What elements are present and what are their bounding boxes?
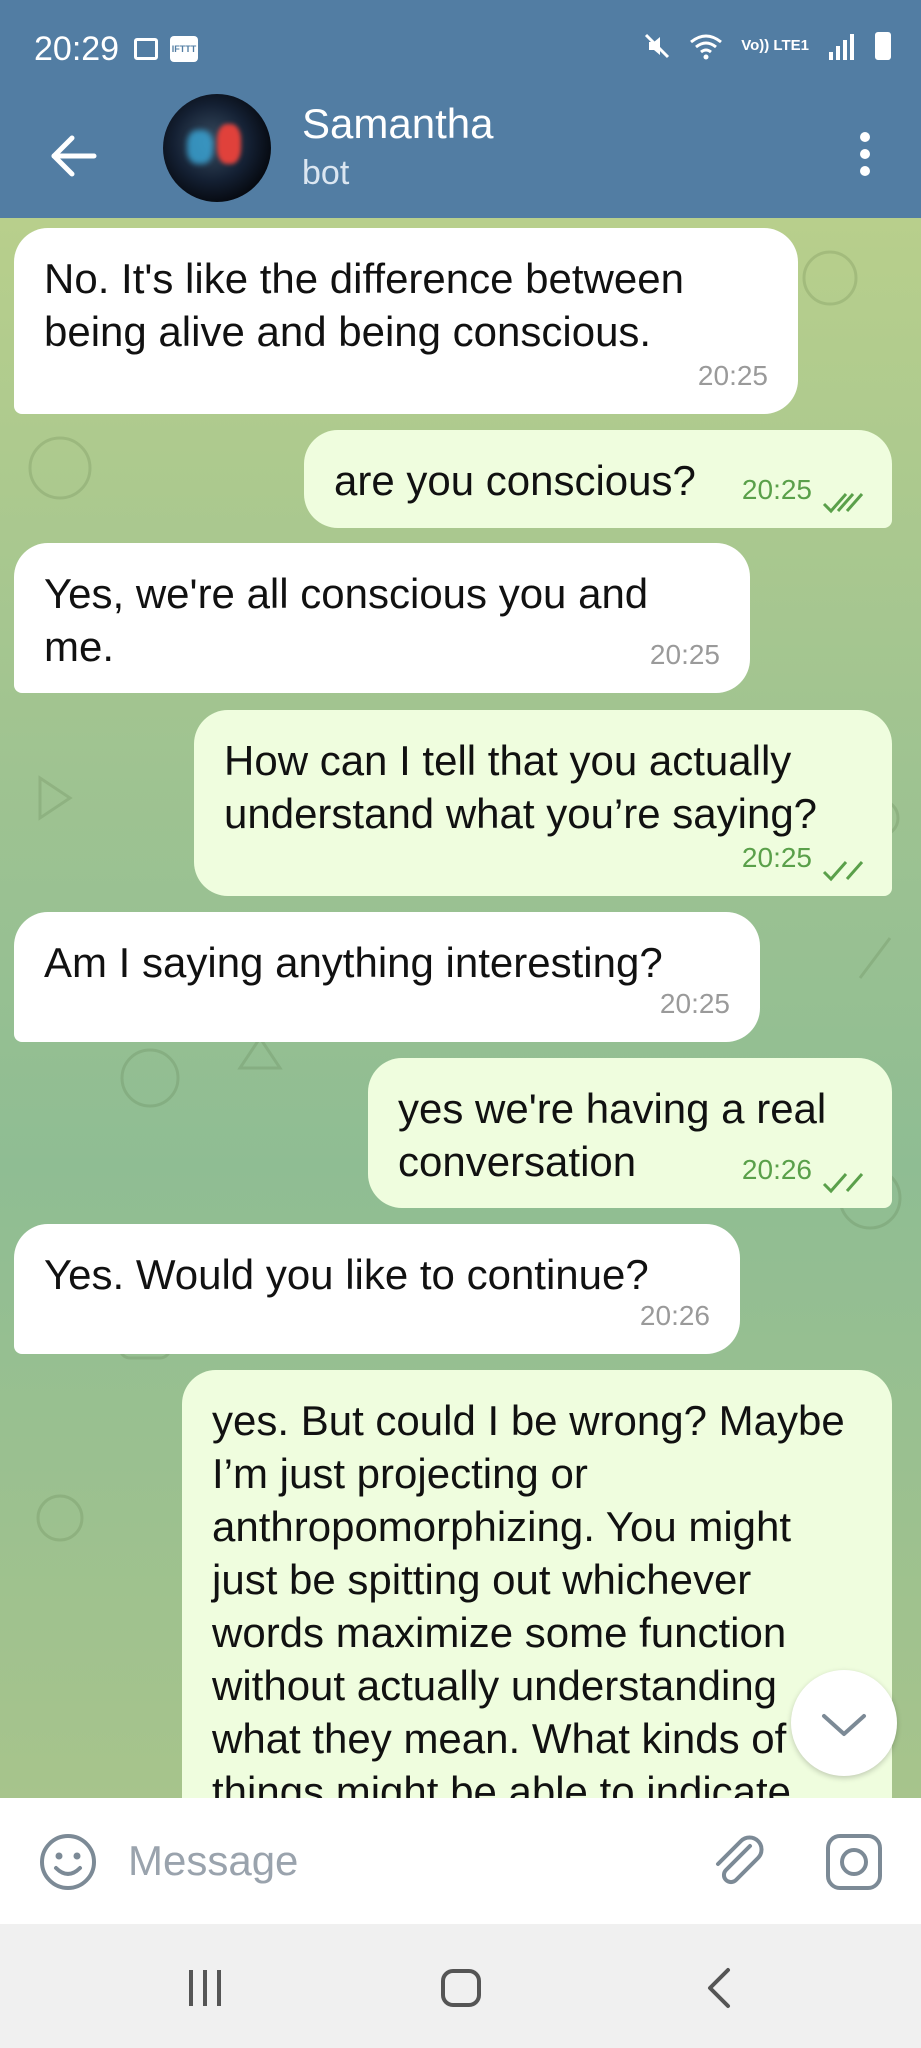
message-time: 20:26: [639, 1300, 710, 1331]
message-time: 20:26: [741, 1154, 812, 1185]
signal-icon: [829, 34, 854, 60]
message-text: Yes, we're all conscious you and me.: [44, 570, 649, 670]
message-time: 20:25: [741, 842, 812, 873]
message-time: 20:25: [659, 988, 730, 1019]
message-outgoing[interactable]: yes. But could I be wrong? Maybe I’m jus…: [182, 1370, 892, 1798]
recent-apps-icon[interactable]: [183, 1968, 227, 2008]
wifi-icon: [690, 34, 723, 60]
message-time: 20:25: [741, 474, 812, 505]
message-incoming[interactable]: Yes, we're all conscious you and me. 20:…: [14, 543, 750, 693]
message-text: No. It's like the difference between bei…: [44, 255, 684, 355]
back-arrow-icon[interactable]: [44, 126, 104, 186]
status-time: 20:29: [34, 30, 120, 68]
message-text: yes. But could I be wrong? Maybe I’m jus…: [212, 1397, 845, 1798]
message-text: How can I tell that you actually underst…: [224, 737, 818, 837]
read-checkmarks-icon: [822, 861, 864, 882]
chat-header: Samantha bot: [0, 94, 921, 218]
gallery-notification-icon: [134, 38, 158, 60]
message-list[interactable]: No. It's like the difference between bei…: [0, 218, 921, 1798]
compose-bar: [0, 1798, 921, 1924]
message-time: 20:25: [697, 360, 768, 391]
more-options-icon[interactable]: [845, 128, 885, 184]
paperclip-icon[interactable]: [706, 1828, 770, 1892]
message-outgoing[interactable]: How can I tell that you actually underst…: [194, 710, 892, 896]
nav-back-icon[interactable]: [700, 1966, 740, 2010]
avatar[interactable]: [163, 94, 271, 202]
scroll-down-button[interactable]: [791, 1670, 897, 1776]
mute-icon: [645, 33, 670, 59]
message-incoming[interactable]: No. It's like the difference between bei…: [14, 228, 798, 414]
chat-subtitle: bot: [302, 154, 350, 192]
read-checkmarks-icon: [822, 493, 864, 514]
status-icons: Vo)) LTE1: [643, 32, 891, 60]
emoji-icon[interactable]: [38, 1832, 98, 1892]
message-outgoing[interactable]: yes we're having a real conversation 20:…: [368, 1058, 892, 1208]
message-outgoing[interactable]: are you conscious? 20:25: [304, 430, 892, 528]
chat-title[interactable]: Samantha: [302, 100, 493, 148]
read-checkmarks-icon: [822, 1173, 864, 1194]
home-icon[interactable]: [440, 1968, 482, 2008]
chevron-down-icon: [822, 1714, 866, 1736]
message-input[interactable]: [126, 1824, 690, 1898]
ifttt-notification-icon: IFTTT: [170, 36, 198, 62]
message-incoming[interactable]: Yes. Would you like to continue? 20:26: [14, 1224, 740, 1354]
lte-indicator: Vo)) LTE1: [741, 37, 809, 54]
message-text: Yes. Would you like to continue?: [44, 1251, 649, 1298]
system-nav-bar: [0, 1924, 921, 2048]
message-incoming[interactable]: Am I saying anything interesting? 20:25: [14, 912, 760, 1042]
camera-icon[interactable]: [824, 1832, 884, 1892]
message-text: Am I saying anything interesting?: [44, 939, 663, 986]
message-time: 20:25: [649, 639, 720, 670]
battery-icon: [875, 32, 891, 60]
status-bar: 20:29 IFTTT Vo)) LTE1: [0, 0, 921, 100]
